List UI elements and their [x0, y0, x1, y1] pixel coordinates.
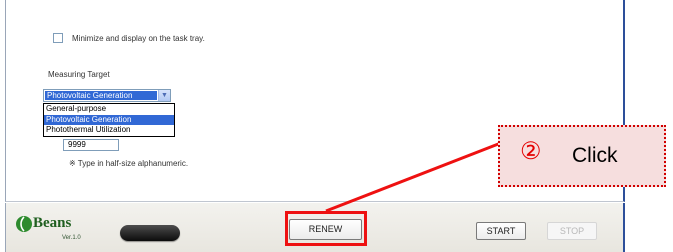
input-note: ※ Type in half-size alphanumeric.	[69, 159, 189, 168]
measuring-target-select[interactable]: Photovoltaic Generation ▼	[43, 89, 171, 102]
option-photovoltaic-generation[interactable]: Photovoltaic Generation	[44, 114, 174, 126]
click-callout: ② Click	[498, 125, 666, 187]
circled-number-icon: ②	[520, 138, 542, 165]
device-indicator	[120, 225, 180, 241]
option-photothermal-utilization[interactable]: Photothermal Utilization	[44, 125, 174, 136]
measuring-target-label: Measuring Target	[48, 70, 110, 79]
minimize-tray-checkbox[interactable]	[53, 33, 63, 43]
stop-button[interactable]: STOP	[547, 222, 597, 240]
select-current-value: Photovoltaic Generation	[45, 91, 157, 100]
bean-logo-icon	[16, 216, 32, 232]
option-general-purpose[interactable]: General-purpose	[44, 104, 174, 115]
start-button[interactable]: START	[476, 222, 526, 240]
measuring-target-dropdown-list: General-purpose Photovoltaic Generation …	[43, 103, 175, 137]
beans-logo: Beans Ver.1.0	[15, 213, 90, 245]
minimize-tray-label: Minimize and display on the task tray.	[72, 34, 205, 43]
chevron-down-icon[interactable]: ▼	[158, 90, 170, 101]
logo-text: Beans	[33, 215, 72, 231]
value-input-field[interactable]: 9999	[63, 139, 119, 151]
logo-version: Ver.1.0	[62, 235, 81, 241]
callout-label: Click	[572, 144, 618, 167]
renew-highlight-box	[285, 211, 367, 246]
